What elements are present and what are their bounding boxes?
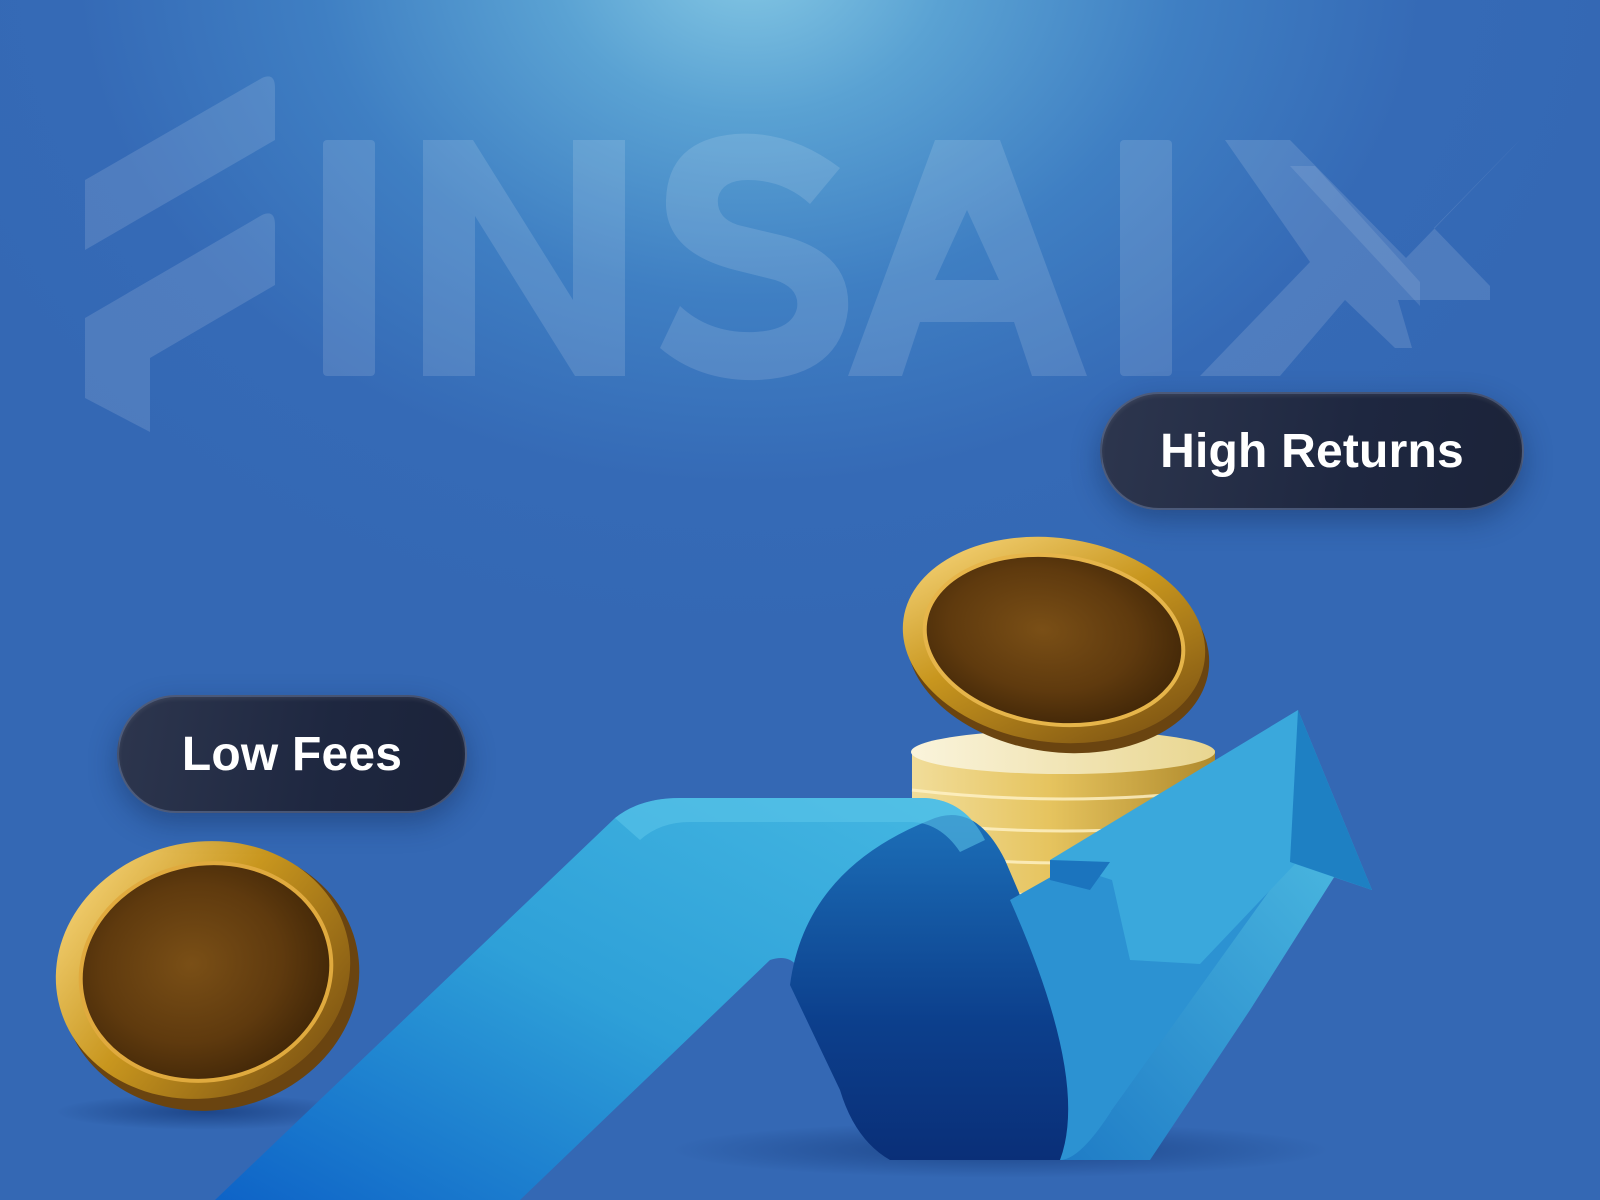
growth-illustration: [55, 536, 1372, 1200]
high-returns-label: High Returns: [1160, 424, 1464, 478]
gold-coin-icon: [902, 536, 1210, 754]
low-fees-badge: Low Fees: [117, 695, 467, 813]
low-fees-label: Low Fees: [181, 727, 403, 781]
high-returns-badge: High Returns: [1100, 392, 1524, 510]
